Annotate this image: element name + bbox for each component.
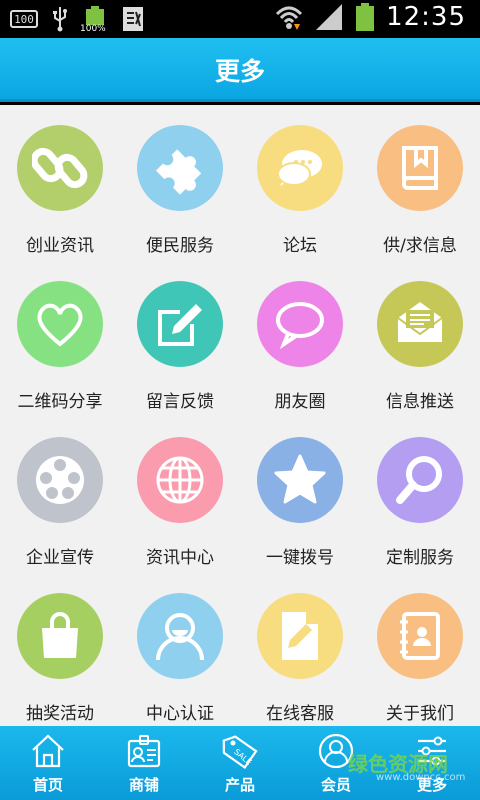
chat-bubbles-icon [257,125,343,211]
nav-item[interactable]: SALE 产品 [192,726,288,800]
nav-item[interactable]: 首页 [0,726,96,800]
grid-item-label: 信息推送 [386,392,454,412]
envelope-icon [377,281,463,367]
grid-item-label: 二维码分享 [17,392,103,412]
heart-icon [17,281,103,367]
grid-item-label: 抽奖活动 [26,704,94,724]
grid-item-label: 供/求信息 [383,236,457,256]
status-box-icon: 100 [10,10,38,28]
grid-item-label: 中心认证 [146,704,214,724]
grid-item[interactable]: 抽奖活动 [0,573,120,729]
battery-icon [356,3,375,31]
status-time: 12:35 [386,2,466,32]
star-icon [257,437,343,523]
globe-icon [137,437,223,523]
edit-icon [137,281,223,367]
grid-item-label: 关于我们 [386,704,454,724]
grid-item[interactable]: 朋友圈 [240,261,360,417]
signal-icon [316,4,343,30]
grid-item[interactable]: 供/求信息 [360,105,480,261]
grid-item[interactable]: 二维码分享 [0,261,120,417]
document-icon [123,7,143,31]
grid-item[interactable]: 一键拨号 [240,417,360,573]
nav-item-label: 会员 [320,776,351,794]
grid-item-label: 定制服务 [386,548,454,568]
nav-item-label: 首页 [32,776,63,794]
page-title: 更多 [214,57,265,86]
user-icon [137,593,223,679]
battery-small-icon: 100% [80,6,108,34]
grid-item-label: 资讯中心 [146,548,214,568]
grid-item[interactable]: 定制服务 [360,417,480,573]
film-reel-icon [17,437,103,523]
speech-bubble-icon [257,281,343,367]
grid-item-label: 留言反馈 [146,392,214,412]
svg-text:SALE: SALE [232,747,253,767]
magnifier-icon [377,437,463,523]
grid-item[interactable]: 留言反馈 [120,261,240,417]
status-right-icons: 12:35 [274,2,466,32]
grid-item-label: 企业宣传 [26,548,94,568]
status-left-icons: 100 100% [10,6,144,34]
grid-item-label: 朋友圈 [274,392,326,412]
book-icon [377,125,463,211]
link-icon [17,125,103,211]
grid-item[interactable]: 便民服务 [120,105,240,261]
grid-item[interactable]: 在线客服 [240,573,360,729]
grid-item-label: 论坛 [283,236,317,256]
document-pen-icon [257,593,343,679]
grid-item-label: 一键拨号 [266,548,334,568]
grid-item[interactable]: 关于我们 [360,573,480,729]
nav-item-label: 产品 [224,776,255,794]
grid-item[interactable]: 中心认证 [120,573,240,729]
usb-icon [53,7,67,32]
grid-item[interactable]: 企业宣传 [0,417,120,573]
watermark-sub: www.downcc.com [376,772,466,783]
grid-item-label: 便民服务 [146,236,214,256]
grid-item-label: 创业资讯 [26,236,94,256]
feature-grid: 创业资讯 便民服务 论坛 供/求信息二维码分享 留言反馈 朋友圈 信息推送企业宣传 资讯中心 一… [0,105,480,726]
address-book-icon [377,593,463,679]
grid-item[interactable]: 信息推送 [360,261,480,417]
grid-item[interactable]: 资讯中心 [120,417,240,573]
grid-item[interactable]: 论坛 [240,105,360,261]
grid-item-label: 在线客服 [266,704,334,724]
shopping-bag-icon [17,593,103,679]
grid-item[interactable]: 创业资讯 [0,105,120,261]
nav-item-label: 商铺 [128,776,159,794]
wifi-icon [276,6,303,30]
status-bar: 100 100% 12:35 [0,0,480,38]
nav-item[interactable]: 商铺 [96,726,192,800]
puzzle-icon [137,125,223,211]
battery-small-pct: 100% [80,24,106,34]
header-bar: 更多 [0,38,480,102]
